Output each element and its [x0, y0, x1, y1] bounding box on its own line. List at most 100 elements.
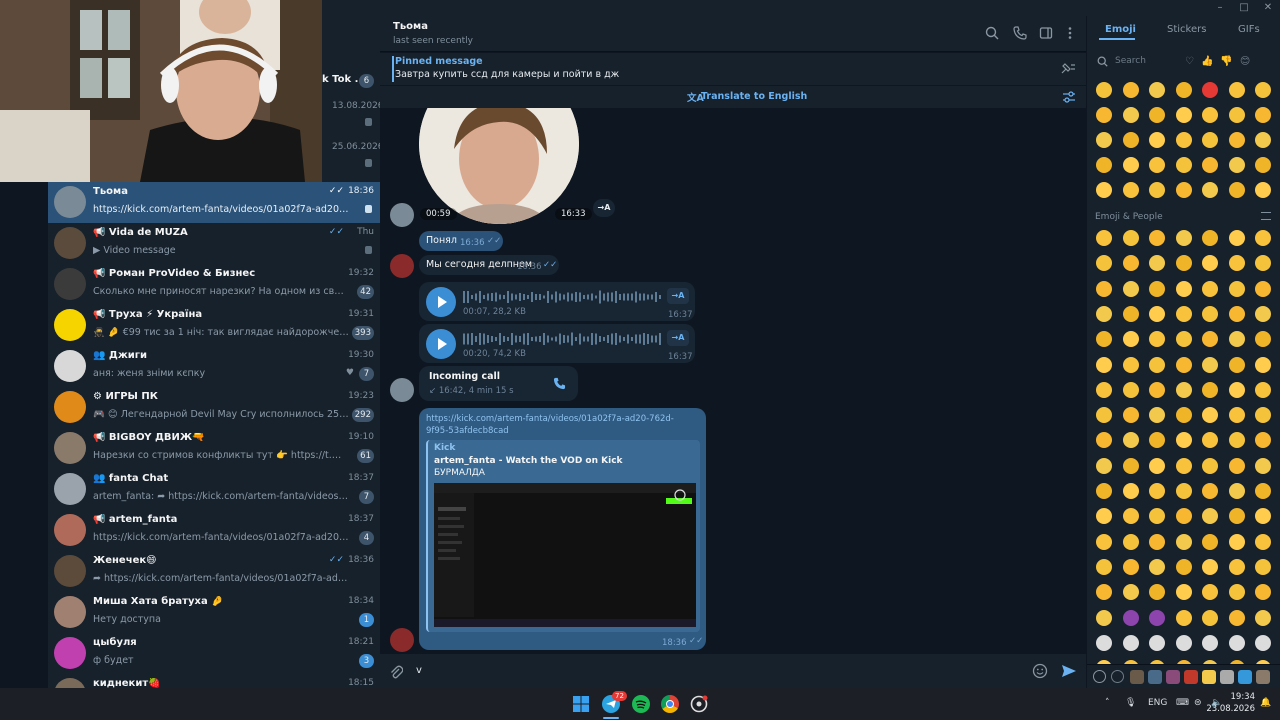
emoji-button[interactable]	[1122, 157, 1139, 173]
emoji-button[interactable]	[1228, 280, 1245, 297]
emoji-button[interactable]	[1149, 230, 1165, 246]
emoji-button[interactable]	[1149, 305, 1165, 322]
emoji-button[interactable]	[1149, 280, 1165, 297]
phone-icon[interactable]	[553, 377, 566, 393]
emoji-button[interactable]	[1202, 356, 1218, 373]
emoji-button[interactable]	[1202, 634, 1218, 651]
emoji-button[interactable]	[1122, 331, 1139, 348]
smiley-category-icon[interactable]	[1111, 670, 1124, 683]
emoji-button[interactable]	[1228, 558, 1245, 575]
emoji-button[interactable]	[1122, 280, 1139, 297]
emoji-button[interactable]	[1255, 305, 1271, 322]
emoji-button[interactable]	[1228, 255, 1245, 272]
sticker-set-icon[interactable]	[1166, 670, 1180, 684]
emoji-button[interactable]	[1149, 381, 1165, 398]
emoji-button[interactable]	[1149, 609, 1165, 626]
emoji-button[interactable]	[1202, 381, 1218, 398]
emoji-button[interactable]	[1202, 280, 1218, 297]
emoji-button[interactable]	[1096, 407, 1112, 424]
emoji-button[interactable]	[1122, 609, 1139, 626]
emoji-button[interactable]	[1255, 483, 1271, 499]
transcribe-button[interactable]: →A	[667, 288, 689, 304]
tab-emoji[interactable]: Emoji	[1105, 24, 1136, 35]
emoji-button[interactable]	[1149, 432, 1165, 449]
emoji-button[interactable]	[1255, 432, 1271, 449]
emoji-button[interactable]	[1122, 82, 1139, 98]
emoji-button[interactable]	[1096, 182, 1112, 198]
emoji-button[interactable]	[1228, 230, 1245, 246]
clock-date[interactable]: 23.08.2026	[1205, 704, 1255, 714]
play-button[interactable]	[426, 287, 456, 317]
emoji-button[interactable]	[1255, 182, 1271, 198]
sticker-set-icon[interactable]	[1238, 670, 1252, 684]
emoji-button[interactable]	[1149, 457, 1165, 474]
chat-list-item[interactable]: ⚙ ИГРЫ ПК 19:23 🎮 😊 Легендарной Devil May …	[48, 387, 380, 428]
voice-message[interactable]: 00:20, 74,2 KB →A 16:37	[419, 324, 695, 363]
emoji-button[interactable]	[1096, 255, 1112, 272]
spotify-icon[interactable]	[632, 695, 650, 713]
emoji-button[interactable]	[1175, 255, 1192, 272]
emoji-button[interactable]	[1175, 280, 1192, 297]
chat-list-item[interactable]: киднекит🍓 18:15	[48, 674, 380, 688]
emoji-button[interactable]	[1096, 230, 1112, 246]
link-message[interactable]: https://kick.com/artem-fanta/videos/01a0…	[419, 408, 706, 650]
emoji-button[interactable]	[1122, 584, 1139, 601]
emoji-button[interactable]	[1255, 255, 1271, 272]
emoji-button[interactable]	[1228, 381, 1245, 398]
emoji-button[interactable]	[1096, 584, 1112, 601]
emoji-button[interactable]	[1228, 508, 1245, 525]
section-settings-icon[interactable]	[1261, 212, 1271, 220]
link-preview-image[interactable]	[434, 483, 696, 627]
emoji-button[interactable]	[1149, 584, 1165, 601]
emoji-button[interactable]	[1175, 407, 1192, 424]
search-icon[interactable]	[984, 26, 1000, 42]
emoji-button[interactable]	[1202, 533, 1218, 550]
emoji-button[interactable]	[1175, 132, 1192, 148]
emoji-button[interactable]	[1202, 432, 1218, 449]
emoji-button[interactable]	[1175, 634, 1192, 651]
emoji-button[interactable]	[1149, 508, 1165, 525]
emoji-button[interactable]	[1228, 483, 1245, 499]
emoji-button[interactable]	[1149, 331, 1165, 348]
tray-chevron-icon[interactable]: ˄	[1105, 698, 1110, 708]
emoji-button[interactable]	[1175, 533, 1192, 550]
voice-message[interactable]: 00:07, 28,2 KB →A 16:37	[419, 282, 695, 321]
chat-list-item[interactable]: Миша Хата братуха 🤌 18:34 Нету доступа 1	[48, 592, 380, 633]
translate-label[interactable]: Translate to English	[701, 91, 807, 102]
emoji-button[interactable]	[1202, 331, 1218, 348]
phone-icon[interactable]	[1012, 26, 1028, 42]
emoji-button[interactable]	[1228, 356, 1245, 373]
emoji-button[interactable]	[1122, 558, 1139, 575]
maximize-button[interactable]: □	[1232, 2, 1256, 14]
emoji-button[interactable]	[1149, 558, 1165, 575]
emoji-button[interactable]	[1228, 609, 1245, 626]
emoji-button[interactable]	[1149, 634, 1165, 651]
chat-list-item[interactable]: 👥 Джиги 19:30 аня: женя зніми кєпку 7 ♥	[48, 346, 380, 387]
close-button[interactable]: ✕	[1256, 2, 1280, 14]
emoji-button[interactable]	[1175, 381, 1192, 398]
emoji-button[interactable]	[1096, 107, 1112, 123]
emoji-button[interactable]	[1175, 331, 1192, 348]
avatar[interactable]	[390, 203, 414, 227]
link-preview[interactable]: Kick artem_fanta - Watch the VOD on Kick…	[426, 440, 700, 632]
emoji-button[interactable]	[1255, 157, 1271, 173]
chat-list-item[interactable]: 📢 Труха ⚡ Україна 19:31 🥷 🤌 €99 тис за 1 н…	[48, 305, 380, 346]
emoji-button[interactable]	[1149, 483, 1165, 499]
chat-list-item[interactable]: 📢 Vida de MUZA Thu ▶ Video message ✓✓	[48, 223, 380, 264]
emoji-button[interactable]	[1175, 305, 1192, 322]
emoji-button[interactable]	[1202, 457, 1218, 474]
translate-settings-icon[interactable]	[1062, 91, 1076, 106]
emoji-button[interactable]	[1096, 157, 1112, 173]
voice-waveform[interactable]	[463, 290, 663, 304]
emoji-button[interactable]	[1096, 558, 1112, 575]
emoji-button[interactable]	[1228, 331, 1245, 348]
sidebar-toggle-icon[interactable]	[1038, 26, 1054, 42]
recent-icon[interactable]	[1093, 670, 1106, 683]
emoji-button[interactable]	[1202, 157, 1218, 173]
emoji-button[interactable]	[1175, 457, 1192, 474]
attach-icon[interactable]	[389, 664, 404, 683]
emoji-button[interactable]	[1175, 432, 1192, 449]
call-message[interactable]: Incoming call ↙ 16:42, 4 min 15 s	[419, 366, 578, 401]
emoji-button[interactable]	[1122, 457, 1139, 474]
emoji-button[interactable]	[1228, 533, 1245, 550]
